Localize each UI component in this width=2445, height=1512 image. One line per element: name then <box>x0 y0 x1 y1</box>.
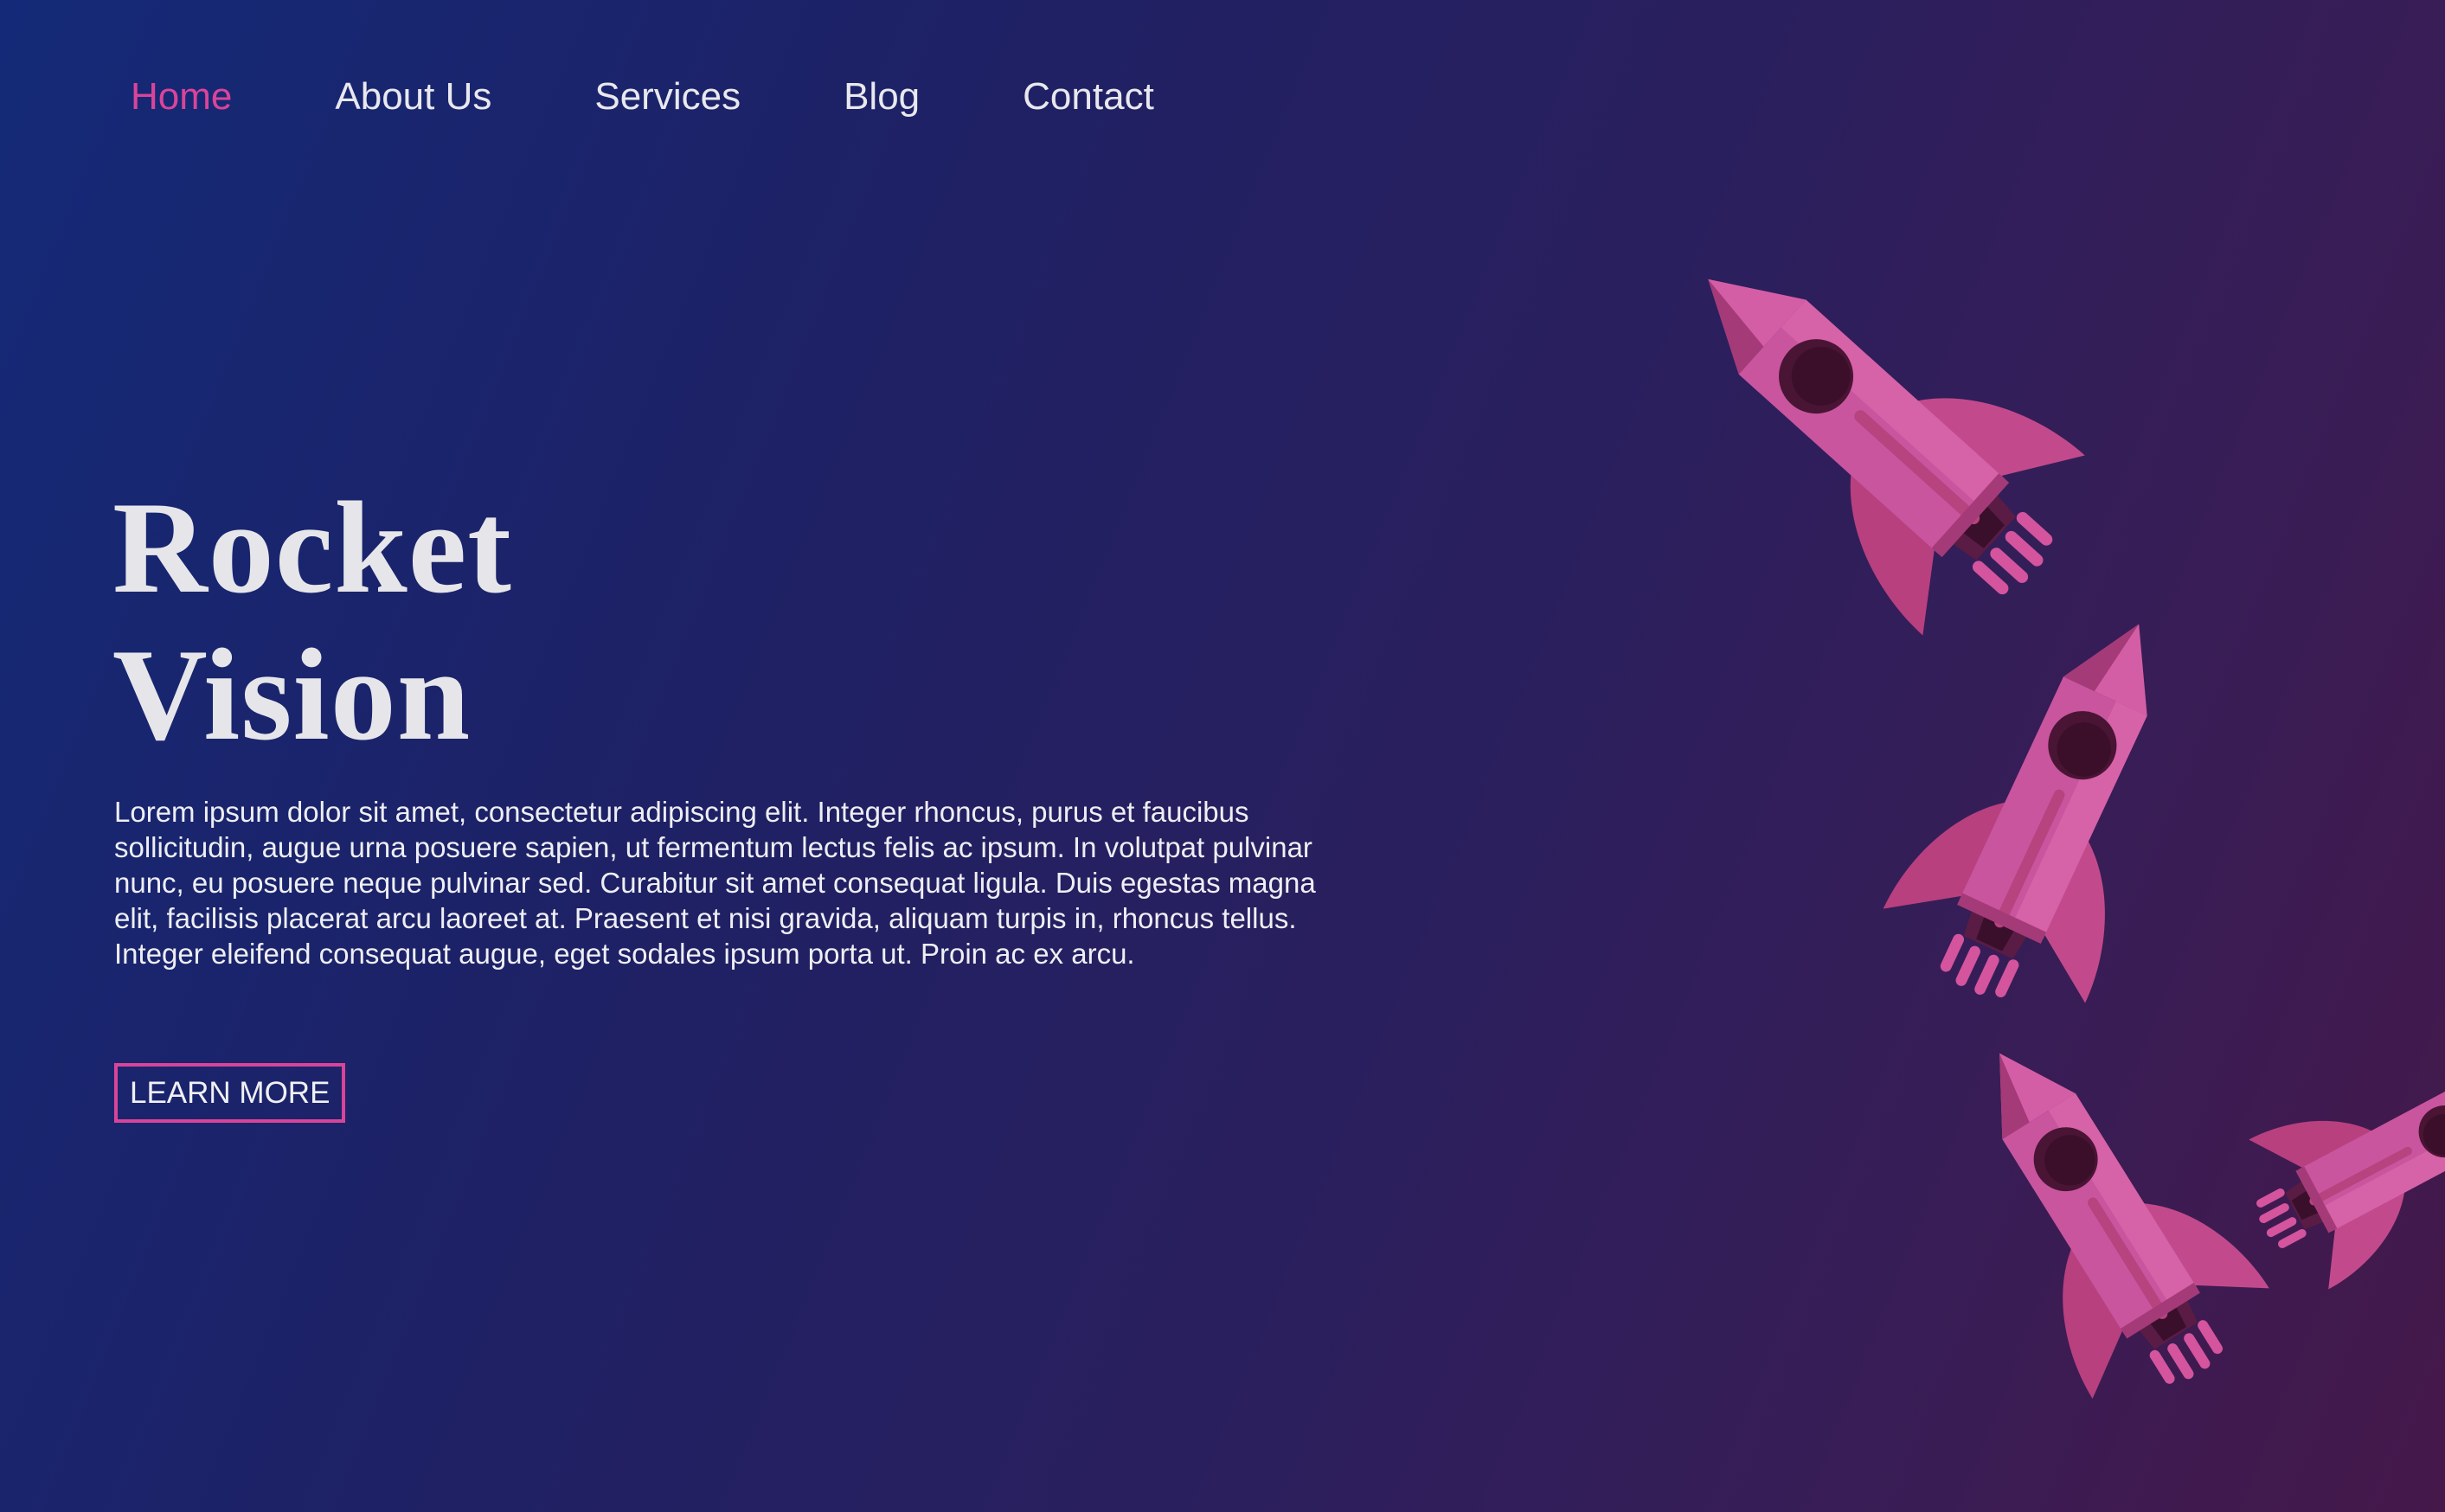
rocket-icon <box>1627 189 2111 659</box>
hero-description: Lorem ipsum dolor sit amet, consectetur … <box>114 796 1316 970</box>
rocket-icon <box>2227 1009 2445 1300</box>
nav-item-blog[interactable]: Blog <box>844 71 920 123</box>
nav-item-contact[interactable]: Contact <box>1023 71 1154 123</box>
hero-title: Rocket Vision <box>112 474 512 768</box>
nav-item-services[interactable]: Services <box>594 71 741 123</box>
learn-more-button[interactable]: LEARN MORE <box>114 1063 346 1123</box>
hero-title-line-1: Rocket <box>112 475 512 620</box>
nav-item-home[interactable]: Home <box>131 71 232 123</box>
main-nav: Home About Us Services Blog Contact <box>131 71 1154 123</box>
nav-item-about-us[interactable]: About Us <box>335 71 491 123</box>
rocket-icon <box>1911 998 2285 1424</box>
hero-title-line-2: Vision <box>112 622 472 767</box>
rocket-icon <box>1870 577 2240 1032</box>
